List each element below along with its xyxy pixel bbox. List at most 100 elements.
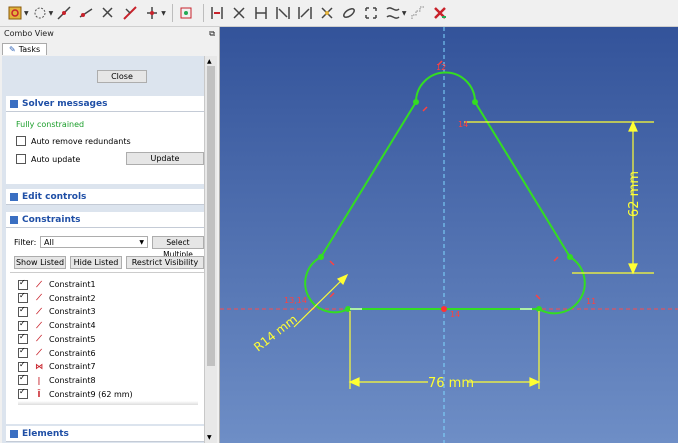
update-button[interactable]: Update <box>126 152 204 165</box>
symmetric-icon: ⋈ <box>35 362 43 372</box>
constraint-checkbox[interactable] <box>18 373 28 386</box>
point <box>567 254 573 260</box>
constraint-checkbox[interactable] <box>18 305 28 317</box>
constrain-lock-icon[interactable] <box>274 4 292 22</box>
task-panel-scrollbar[interactable]: ▲ ▼ <box>204 56 217 443</box>
constrain-radius-icon[interactable] <box>340 4 358 22</box>
solver-messages-header[interactable]: Solver messages <box>6 96 204 112</box>
dimension-62-label[interactable]: 62 mm <box>627 171 642 217</box>
delete-constraints-icon[interactable] <box>431 4 449 22</box>
section-icon <box>10 429 18 438</box>
point <box>413 99 419 105</box>
show-listed-button[interactable]: Show Listed <box>14 256 66 269</box>
list-item[interactable]: ⟋ Constraint5 <box>18 332 96 346</box>
chevron-down-icon[interactable]: ▼ <box>49 10 54 17</box>
scroll-up-icon[interactable]: ▲ <box>207 58 212 65</box>
combo-view-title-text: Combo View <box>4 29 54 38</box>
constraints-body: Filter: All ▼ Select Multiple Show Liste… <box>6 228 204 424</box>
list-item[interactable]: Ī Constraint9 (62 mm) <box>18 387 133 401</box>
constraint-label: Constraint3 <box>49 307 96 317</box>
section-icon <box>10 99 18 108</box>
close-button[interactable]: Close <box>97 70 147 83</box>
scroll-down-icon[interactable]: ▼ <box>207 434 212 441</box>
constraint-label-14: 14 <box>458 120 468 129</box>
sketch-canvas[interactable]: 62 mm 76 mm R14 mm 12 14 13,14 11 14 <box>220 27 678 443</box>
constraint-checkbox[interactable] <box>18 291 28 304</box>
chevron-down-icon[interactable]: ▼ <box>402 10 407 17</box>
section-icon <box>10 192 18 201</box>
toolbar-separator <box>171 4 173 22</box>
list-item[interactable]: ⋈ Constraint7 <box>18 360 96 373</box>
constraint-label-12: 12 <box>436 63 446 72</box>
constraint-label: Constraint1 <box>49 280 96 289</box>
sketch-icon[interactable] <box>6 4 24 22</box>
constraint-label: Constraint8 <box>49 375 96 385</box>
tabs: ✎ Tasks <box>0 40 219 55</box>
edit-controls-title: Edit controls <box>22 191 87 202</box>
auto-remove-redundants[interactable]: Auto remove redundants <box>16 136 131 146</box>
constrain-parallel-icon[interactable] <box>143 4 161 22</box>
constrain-block-icon[interactable] <box>296 4 314 22</box>
constraint-checkbox[interactable] <box>18 360 28 372</box>
hide-listed-button[interactable]: Hide Listed <box>70 256 122 269</box>
select-multiple-button[interactable]: Select Multiple <box>152 236 204 259</box>
constraint-label: Constraint5 <box>49 334 96 344</box>
filter-select[interactable]: All ▼ <box>40 236 148 248</box>
tab-tasks[interactable]: ✎ Tasks <box>2 43 48 55</box>
constrain-vertical-icon[interactable] <box>99 4 117 22</box>
constraints-title: Constraints <box>22 214 81 225</box>
auto-remove-label: Auto remove redundants <box>31 136 131 146</box>
edit-controls-header[interactable]: Edit controls <box>6 189 204 205</box>
chevron-down-icon[interactable]: ▼ <box>24 10 29 17</box>
auto-remove-checkbox[interactable] <box>16 136 26 146</box>
constraint-checkbox[interactable] <box>18 278 28 290</box>
combo-view-title: Combo View ⧉ <box>0 27 219 40</box>
solver-messages-title: Solver messages <box>22 98 108 109</box>
list-item[interactable]: ⟋ Constraint1 <box>18 278 96 291</box>
list-item[interactable]: ⟋ Constraint2 <box>18 291 96 305</box>
constraint-checkbox[interactable] <box>18 332 28 345</box>
elements-header[interactable]: Elements <box>6 426 204 442</box>
sketcher-toolbar: ▼ ▼ ▼ ▼ <box>0 0 678 27</box>
constraint-checkbox[interactable] <box>18 319 28 331</box>
filter-label: Filter: <box>14 238 37 247</box>
point <box>472 99 478 105</box>
grid-icon[interactable] <box>409 4 427 22</box>
list-item[interactable]: ⟋ Constraint3 <box>18 305 96 318</box>
constraint-label-11: 11 <box>586 297 596 306</box>
circle-icon[interactable] <box>31 4 49 22</box>
list-item[interactable]: ⟋ Constraint4 <box>18 319 96 332</box>
combo-view: Combo View ⧉ ✎ Tasks Close Solver messag… <box>0 27 220 443</box>
list-item[interactable]: ⟋ Constraint6 <box>18 346 96 360</box>
constrain-snell-icon[interactable] <box>384 4 402 22</box>
scrollbar-thumb[interactable] <box>207 66 215 366</box>
constrain-point-on-object-icon[interactable] <box>77 4 95 22</box>
toolbar-separator <box>202 4 204 22</box>
dimension-76-label[interactable]: 76 mm <box>428 376 474 391</box>
auto-update[interactable]: Auto update <box>16 154 80 164</box>
restrict-visibility-button[interactable]: Restrict Visibility <box>126 256 204 269</box>
undock-icon[interactable]: ⧉ <box>209 27 215 40</box>
constrain-symmetric-icon[interactable] <box>252 4 270 22</box>
constrain-equal-icon[interactable] <box>230 4 248 22</box>
constraints-header[interactable]: Constraints <box>6 212 204 228</box>
constraint-checkbox[interactable] <box>18 346 28 358</box>
list-item[interactable]: | Constraint8 <box>18 373 96 387</box>
origin-point <box>441 306 447 312</box>
point <box>318 254 324 260</box>
vertical-distance-icon: Ī <box>37 389 41 399</box>
constraint-label-13-14: 13,14 <box>284 296 307 305</box>
auto-update-checkbox[interactable] <box>16 154 26 164</box>
constrain-coincident-icon[interactable] <box>55 4 73 22</box>
constrain-distance-icon[interactable] <box>318 4 336 22</box>
tab-tasks-label: Tasks <box>18 45 41 54</box>
constrain-horizontal-icon[interactable] <box>121 4 139 22</box>
constraint-checkbox[interactable] <box>18 387 28 400</box>
chevron-down-icon[interactable]: ▼ <box>161 10 166 17</box>
constrain-angle-icon[interactable] <box>362 4 380 22</box>
sketch-view[interactable]: 62 mm 76 mm R14 mm 12 14 13,14 11 14 <box>220 27 678 443</box>
constraints-list: ⟋ Constraint1 ⟋ Constraint2 ⟋ Constraint3 ⟋… <box>10 272 204 423</box>
filter-value: All <box>44 238 54 247</box>
constrain-tangent-icon[interactable] <box>208 4 226 22</box>
constrain-perpendicular-icon[interactable] <box>177 4 195 22</box>
